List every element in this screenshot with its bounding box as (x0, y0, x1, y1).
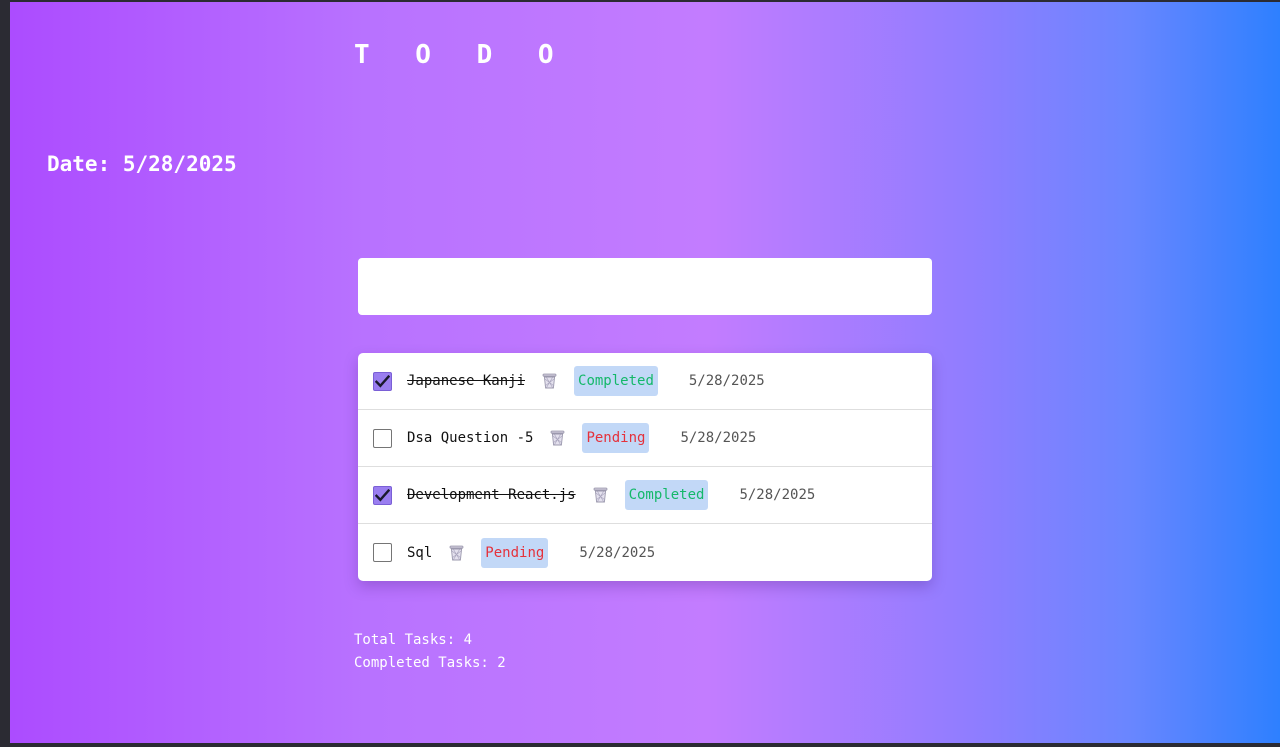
task-row: Sql Pending 5/28/2025 (358, 524, 932, 581)
task-row: Development React.js Completed 5/28/2025 (358, 467, 932, 524)
task-checkbox[interactable] (373, 485, 392, 505)
status-badge: Completed (624, 480, 709, 510)
task-checkbox[interactable] (373, 371, 392, 391)
new-task-input[interactable] (358, 258, 932, 315)
trash-icon (449, 545, 464, 560)
task-checkbox[interactable] (373, 543, 392, 562)
status-badge: Completed (574, 366, 658, 396)
task-title: Dsa Question -5 (407, 430, 534, 446)
task-stats: Total Tasks: 4 Completed Tasks: 2 (354, 629, 506, 675)
app-window: T O D O Date: 5/28/2025 Japanese Kanji C… (10, 2, 1280, 743)
current-date: Date: 5/28/2025 (47, 152, 237, 176)
total-tasks: Total Tasks: 4 (354, 632, 473, 648)
app-title: T O D O (354, 40, 569, 70)
check-icon (375, 374, 390, 388)
task-title: Japanese Kanji (407, 373, 526, 389)
task-row: Dsa Question -5 Pending 5/28/2025 (358, 410, 932, 467)
trash-icon[interactable] (542, 373, 557, 389)
trash-icon (542, 373, 557, 389)
task-date: 5/28/2025 (579, 544, 656, 561)
task-title: Development React.js (407, 487, 576, 503)
check-icon (375, 488, 390, 502)
trash-icon (551, 430, 565, 446)
task-checkbox[interactable] (373, 428, 392, 448)
task-date: 5/28/2025 (688, 373, 765, 389)
task-date: 5/28/2025 (739, 487, 816, 503)
task-title: Sql (407, 544, 433, 561)
trash-icon[interactable] (550, 430, 565, 446)
trash-icon[interactable] (593, 487, 608, 503)
task-date: 5/28/2025 (680, 430, 757, 446)
trash-icon (593, 487, 607, 503)
status-badge: Pending (582, 423, 650, 453)
task-row: Japanese Kanji Completed 5/28/2025 (358, 353, 932, 410)
trash-icon[interactable] (449, 545, 464, 561)
completed-tasks: Completed Tasks: 2 (354, 655, 506, 671)
status-badge: Pending (481, 537, 549, 568)
task-list: Japanese Kanji Completed 5/28/2025 Dsa Q… (358, 353, 932, 581)
